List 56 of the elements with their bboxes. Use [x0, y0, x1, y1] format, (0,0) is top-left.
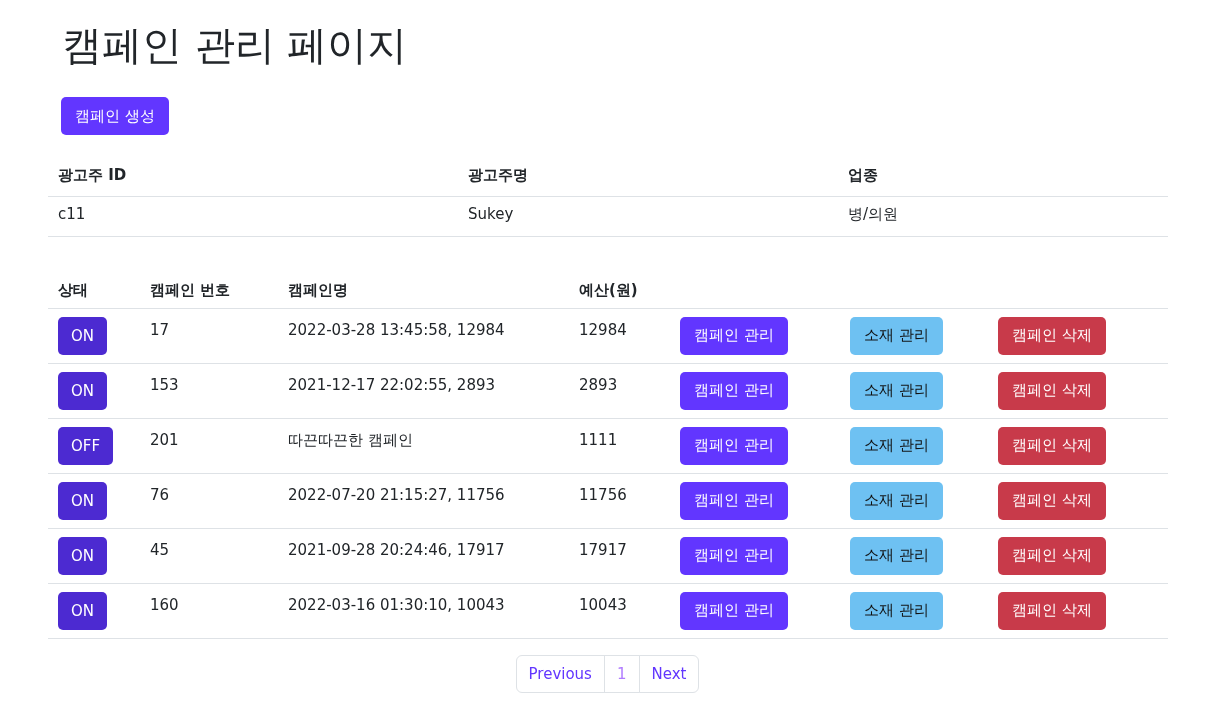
status-toggle-button[interactable]: ON [58, 591, 108, 630]
page-title: 캠페인 관리 페이지 [61, 21, 409, 70]
manage-creative-button[interactable]: 소재 관리 [850, 536, 943, 575]
status-toggle-button[interactable]: ON [58, 371, 108, 410]
status-toggle-button[interactable]: ON [58, 316, 108, 355]
manage-campaign-button[interactable]: 캠페인 관리 [680, 316, 788, 355]
campaign-number: 153 [150, 374, 179, 394]
delete-campaign-button[interactable]: 캠페인 삭제 [998, 316, 1106, 355]
previous-page-button[interactable]: Previous [515, 654, 605, 693]
column-header: 캠페인 번호 [140, 272, 278, 308]
campaign-number: 76 [150, 484, 170, 504]
campaign-budget: 11756 [579, 484, 627, 504]
manage-creative-button[interactable]: 소재 관리 [850, 481, 943, 520]
campaign-number: 17 [150, 319, 170, 339]
status-toggle-button[interactable]: ON [58, 536, 108, 575]
delete-campaign-button[interactable]: 캠페인 삭제 [998, 371, 1106, 410]
delete-campaign-button[interactable]: 캠페인 삭제 [998, 426, 1106, 465]
manage-campaign-button[interactable]: 캠페인 관리 [680, 371, 788, 410]
manage-campaign-button[interactable]: 캠페인 관리 [680, 536, 788, 575]
table-cell: Sukey [458, 196, 838, 236]
table-cell: c11 [48, 196, 458, 236]
campaign-budget: 10043 [579, 594, 627, 614]
campaign-budget: 1111 [579, 429, 618, 449]
manage-campaign-button[interactable]: 캠페인 관리 [680, 426, 788, 465]
manage-campaign-button[interactable]: 캠페인 관리 [680, 591, 788, 630]
next-page-button[interactable]: Next [638, 654, 700, 693]
campaign-number: 160 [150, 594, 179, 614]
manage-creative-button[interactable]: 소재 관리 [850, 371, 943, 410]
manage-creative-button[interactable]: 소재 관리 [850, 591, 943, 630]
campaign-name: 2022-03-16 01:30:10, 10043 [288, 594, 505, 614]
column-header: 광고주명 [458, 156, 838, 196]
manage-creative-button[interactable]: 소재 관리 [850, 316, 943, 355]
campaign-budget: 12984 [579, 319, 627, 339]
table-cell: 병/의원 [838, 196, 1168, 236]
status-toggle-button[interactable]: OFF [58, 426, 114, 465]
create-campaign-button[interactable]: 캠페인 생성 [61, 97, 169, 135]
campaign-name: 2022-07-20 21:15:27, 11756 [288, 484, 505, 504]
campaign-budget: 17917 [579, 539, 627, 559]
delete-campaign-button[interactable]: 캠페인 삭제 [998, 591, 1106, 630]
campaign-number: 45 [150, 539, 170, 559]
delete-campaign-button[interactable]: 캠페인 삭제 [998, 536, 1106, 575]
delete-campaign-button[interactable]: 캠페인 삭제 [998, 481, 1106, 520]
column-header: 예산(원) [569, 272, 670, 308]
column-header: 업종 [838, 156, 1168, 196]
column-header: 캠페인명 [278, 272, 569, 308]
column-header: 광고주 ID [48, 156, 458, 196]
campaign-name: 따끈따끈한 캠페인 [288, 429, 413, 450]
campaign-name: 2021-12-17 22:02:55, 2893 [288, 374, 496, 394]
status-toggle-button[interactable]: ON [58, 481, 108, 520]
campaign-name: 2021-09-28 20:24:46, 17917 [288, 539, 505, 559]
campaign-budget: 2893 [579, 374, 618, 394]
manage-campaign-button[interactable]: 캠페인 관리 [680, 481, 788, 520]
manage-creative-button[interactable]: 소재 관리 [850, 426, 943, 465]
campaign-name: 2022-03-28 13:45:58, 12984 [288, 319, 505, 339]
campaign-number: 201 [150, 429, 179, 449]
column-header: 상태 [48, 272, 140, 308]
